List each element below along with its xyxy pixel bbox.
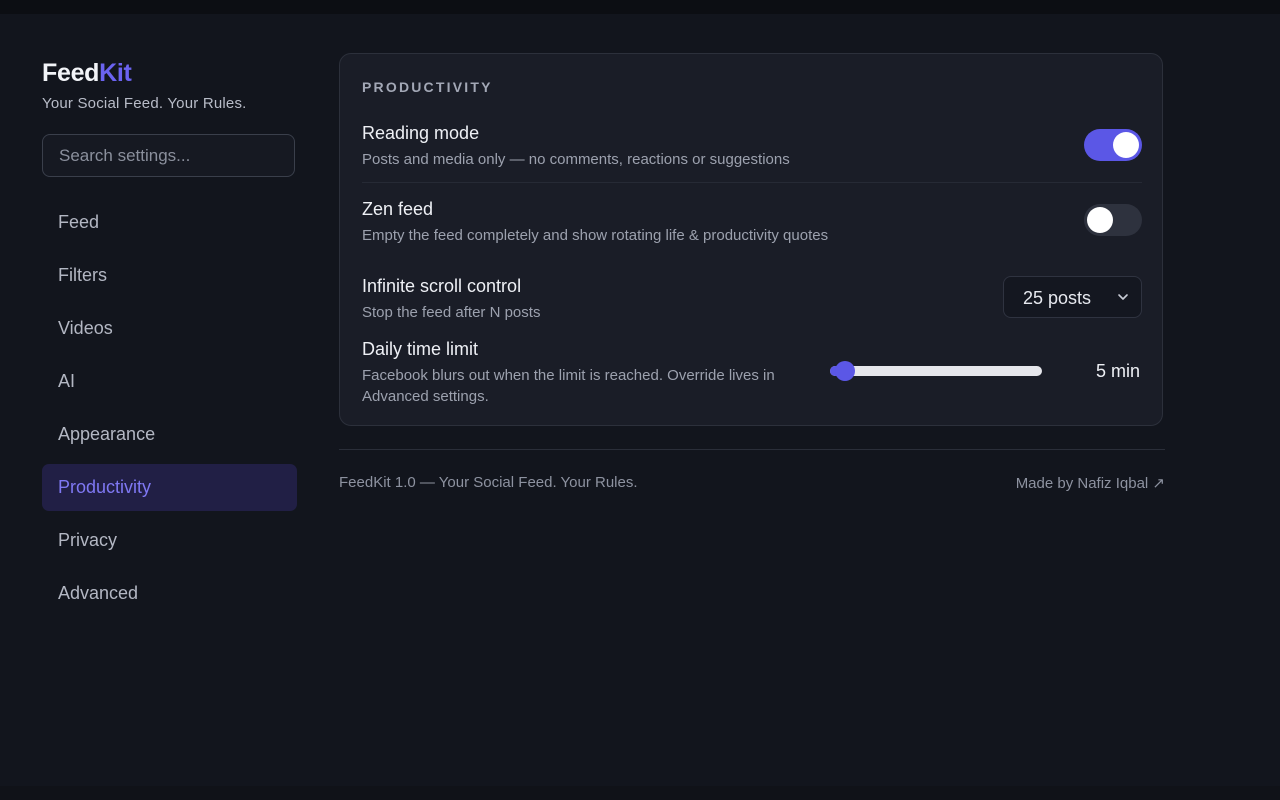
top-strip [0, 0, 1280, 14]
productivity-settings-card: PRODUCTIVITY Reading mode Posts and medi… [339, 53, 1163, 426]
search-input[interactable] [42, 134, 295, 177]
zen-feed-title: Zen feed [362, 199, 434, 219]
reading-mode-setting: Reading mode Posts and media only — no c… [362, 123, 1142, 170]
footer-divider [339, 449, 1165, 450]
daily-limit-slider[interactable] [830, 361, 1042, 381]
daily-limit-title: Daily time limit [362, 339, 479, 359]
brand-name-part2: Kit [99, 59, 132, 87]
daily-limit-value: 5 min [1095, 361, 1140, 381]
divider [362, 182, 1142, 183]
sidebar-item-feed[interactable]: Feed [42, 199, 297, 246]
sidebar-item-privacy[interactable]: Privacy [42, 517, 297, 564]
reading-mode-title: Reading mode [362, 123, 480, 143]
section-title: PRODUCTIVITY [362, 79, 493, 95]
reading-mode-description: Posts and media only — no comments, reac… [362, 151, 790, 168]
author-link[interactable]: Made by Nafiz Iqbal ↗ [1016, 474, 1165, 492]
sidebar-item-filters[interactable]: Filters [42, 252, 297, 299]
sidebar-item-advanced[interactable]: Advanced [42, 570, 297, 617]
toggle-knob [1087, 207, 1113, 233]
sidebar-item-productivity[interactable]: Productivity [42, 464, 297, 511]
toggle-knob [1113, 132, 1139, 158]
zen-feed-toggle[interactable] [1084, 204, 1142, 236]
sidebar-item-appearance[interactable]: Appearance [42, 411, 297, 458]
brand-logo: FeedKit [42, 56, 297, 90]
footer-version: FeedKit 1.0 — Your Social Feed. Your Rul… [339, 474, 638, 491]
chevron-down-icon [1118, 294, 1128, 300]
zen-feed-description: Empty the feed completely and show rotat… [362, 227, 829, 244]
posts-limit-value: 25 posts [1023, 288, 1092, 308]
bottom-strip [0, 786, 1280, 800]
brand-tagline: Your Social Feed. Your Rules. [42, 95, 247, 112]
sidebar-item-videos[interactable]: Videos [42, 305, 297, 352]
slider-thumb[interactable] [834, 361, 855, 381]
daily-limit-setting: Daily time limit Facebook blurs out when… [362, 339, 822, 407]
brand-name-part1: Feed [42, 59, 100, 87]
daily-limit-description: Facebook blurs out when the limit is rea… [362, 367, 775, 405]
posts-limit-select[interactable]: 25 posts [1003, 276, 1142, 318]
reading-mode-toggle[interactable] [1084, 129, 1142, 161]
sidebar-item-ai[interactable]: AI [42, 358, 297, 405]
sidebar: FeedKit Your Social Feed. Your Rules. Fe… [42, 56, 297, 623]
zen-feed-setting: Zen feed Empty the feed completely and s… [362, 199, 1142, 246]
sidebar-nav: Feed Filters Videos AI Appearance Produc… [42, 199, 297, 617]
